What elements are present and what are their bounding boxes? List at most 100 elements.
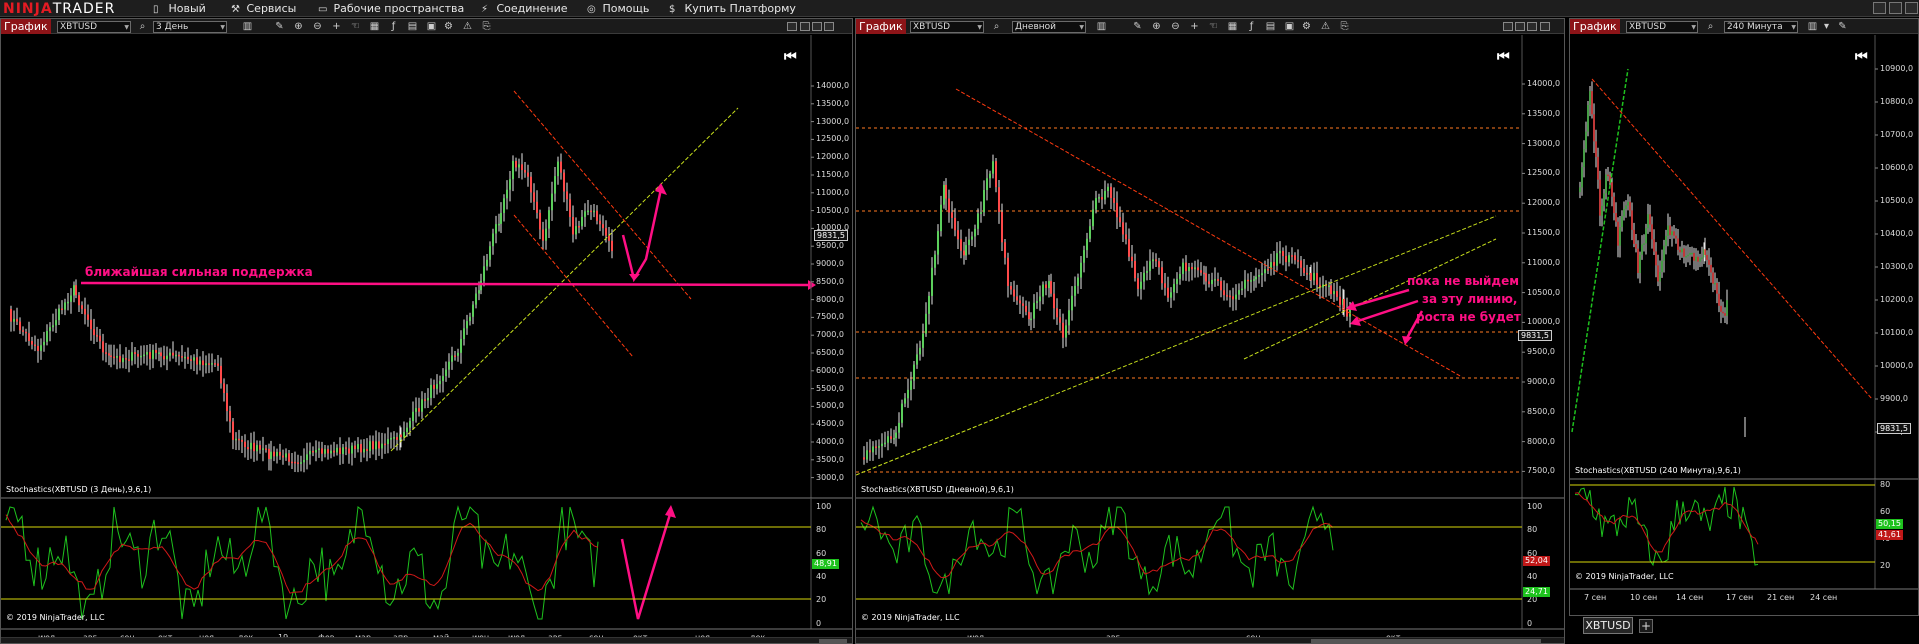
- forecast-path: [621, 188, 663, 283]
- candle-body: [1647, 214, 1649, 229]
- candle-body: [354, 445, 356, 450]
- candle-body: [1149, 261, 1151, 271]
- price-axis-label: 10900,0: [1880, 64, 1914, 73]
- candle-body: [1689, 252, 1691, 255]
- candle-body: [1042, 284, 1044, 297]
- trendline-support: [390, 107, 739, 452]
- candle-body: [1244, 279, 1246, 289]
- price-axis-label: 10500,0: [1880, 196, 1914, 205]
- candle-body: [300, 462, 302, 464]
- candle-body: [1288, 255, 1290, 263]
- candle-body: [1641, 244, 1643, 255]
- copyright-label: © 2019 NinjaTrader, LLC: [1575, 572, 1674, 581]
- price-axis-label: 14000,0: [816, 81, 850, 90]
- menu-tools[interactable]: ⚒ Сервисы: [231, 2, 296, 15]
- candle-body: [247, 447, 249, 450]
- candle-body: [418, 408, 420, 412]
- candle-body: [78, 295, 80, 306]
- candle-body: [318, 448, 320, 450]
- help-icon: ◎: [587, 4, 596, 15]
- candle-body: [166, 355, 168, 360]
- horizontal-scrollbar[interactable]: [1, 637, 852, 643]
- candle-body: [178, 354, 180, 357]
- candle-body: [1131, 256, 1133, 262]
- candle-body: [910, 380, 912, 390]
- candle-body: [137, 354, 139, 357]
- minimize-button[interactable]: [1873, 2, 1886, 14]
- candle-body: [466, 321, 468, 329]
- candle-body: [297, 462, 299, 464]
- candle-body: [125, 358, 127, 360]
- price-axis-label: 12000,0: [816, 152, 850, 162]
- candle-body: [448, 361, 450, 370]
- candle-body: [1695, 256, 1697, 261]
- candle-body: [995, 161, 997, 188]
- candle-body: [1004, 242, 1006, 258]
- stoch-axis-label: 80: [816, 525, 827, 535]
- candle-body: [360, 444, 362, 453]
- candle-body: [134, 352, 136, 355]
- close-button[interactable]: [1905, 2, 1918, 14]
- maximize-button[interactable]: [1889, 2, 1902, 14]
- candle-body: [1279, 250, 1281, 254]
- annotation-arrow-1: [1353, 288, 1410, 308]
- price-axis-label: 5500,0: [816, 383, 844, 393]
- price-axis-label: 10600,0: [1880, 163, 1914, 172]
- candle-body: [1110, 186, 1112, 198]
- candle-body: [34, 344, 36, 347]
- candle-body: [1282, 250, 1284, 257]
- candle-body: [1681, 248, 1683, 253]
- candle-body: [1605, 174, 1607, 194]
- price-axis-label: 13500,0: [1527, 108, 1561, 118]
- candle-body: [1313, 272, 1315, 281]
- price-axis-label: 10100,0: [1880, 328, 1914, 337]
- candle-body: [1255, 276, 1257, 280]
- candle-body: [943, 184, 945, 205]
- menu-connection[interactable]: ⚡ Соединение: [481, 2, 568, 15]
- menu-buy-platform[interactable]: $ Купить Платформу: [669, 2, 796, 15]
- tab-xbtusd[interactable]: XBTUSD: [1583, 617, 1633, 634]
- candle-body: [1134, 261, 1136, 279]
- candle-body: [1635, 243, 1637, 249]
- scrollbar-thumb[interactable]: [819, 639, 847, 643]
- candle-body: [1048, 281, 1050, 289]
- candle-body: [1039, 296, 1041, 302]
- candle-body: [90, 319, 92, 330]
- candle-body: [169, 352, 171, 356]
- candle-body: [1197, 267, 1199, 271]
- candle-body: [1238, 290, 1240, 295]
- menu-workspaces[interactable]: ▭ Рабочие пространства: [318, 2, 464, 15]
- price-axis-label: 10000,0: [1527, 317, 1561, 327]
- candle-body: [1104, 190, 1106, 200]
- candle-body: [1655, 251, 1657, 266]
- candle-body: [1663, 245, 1665, 261]
- menu-help[interactable]: ◎ Помощь: [587, 2, 649, 15]
- time-axis-label: 21 сен: [1767, 593, 1795, 602]
- scrollbar-thumb[interactable]: [1311, 639, 1541, 643]
- candle-body: [1146, 270, 1148, 273]
- menu-new[interactable]: ▯ Новый: [153, 2, 206, 15]
- time-axis-label: 24 сен: [1810, 593, 1838, 602]
- candle-body: [1101, 197, 1103, 200]
- trendline-annotation-line2: за эту линию,: [1422, 292, 1518, 306]
- candle-body: [489, 246, 491, 260]
- candle-body: [1659, 272, 1661, 282]
- candle-body: [1205, 273, 1207, 282]
- add-tab-button[interactable]: +: [1639, 619, 1653, 633]
- horizontal-scrollbar[interactable]: [856, 637, 1564, 643]
- price-axis-label: 9500,0: [816, 241, 844, 251]
- support-line: [80, 281, 809, 287]
- candle-body: [372, 441, 374, 450]
- time-axis-label: 17 сен: [1726, 593, 1754, 602]
- candle-body: [381, 443, 383, 449]
- candle-body: [378, 441, 380, 449]
- candle-body: [348, 448, 350, 454]
- candle-body: [1261, 273, 1263, 276]
- candle-body: [1062, 322, 1064, 338]
- candle-body: [1306, 272, 1308, 275]
- price-axis-label: 13000,0: [816, 116, 850, 126]
- candle-body: [421, 399, 423, 412]
- candle-body: [232, 421, 234, 440]
- stochastic-k-line: [1574, 492, 1759, 553]
- candle-body: [887, 436, 889, 443]
